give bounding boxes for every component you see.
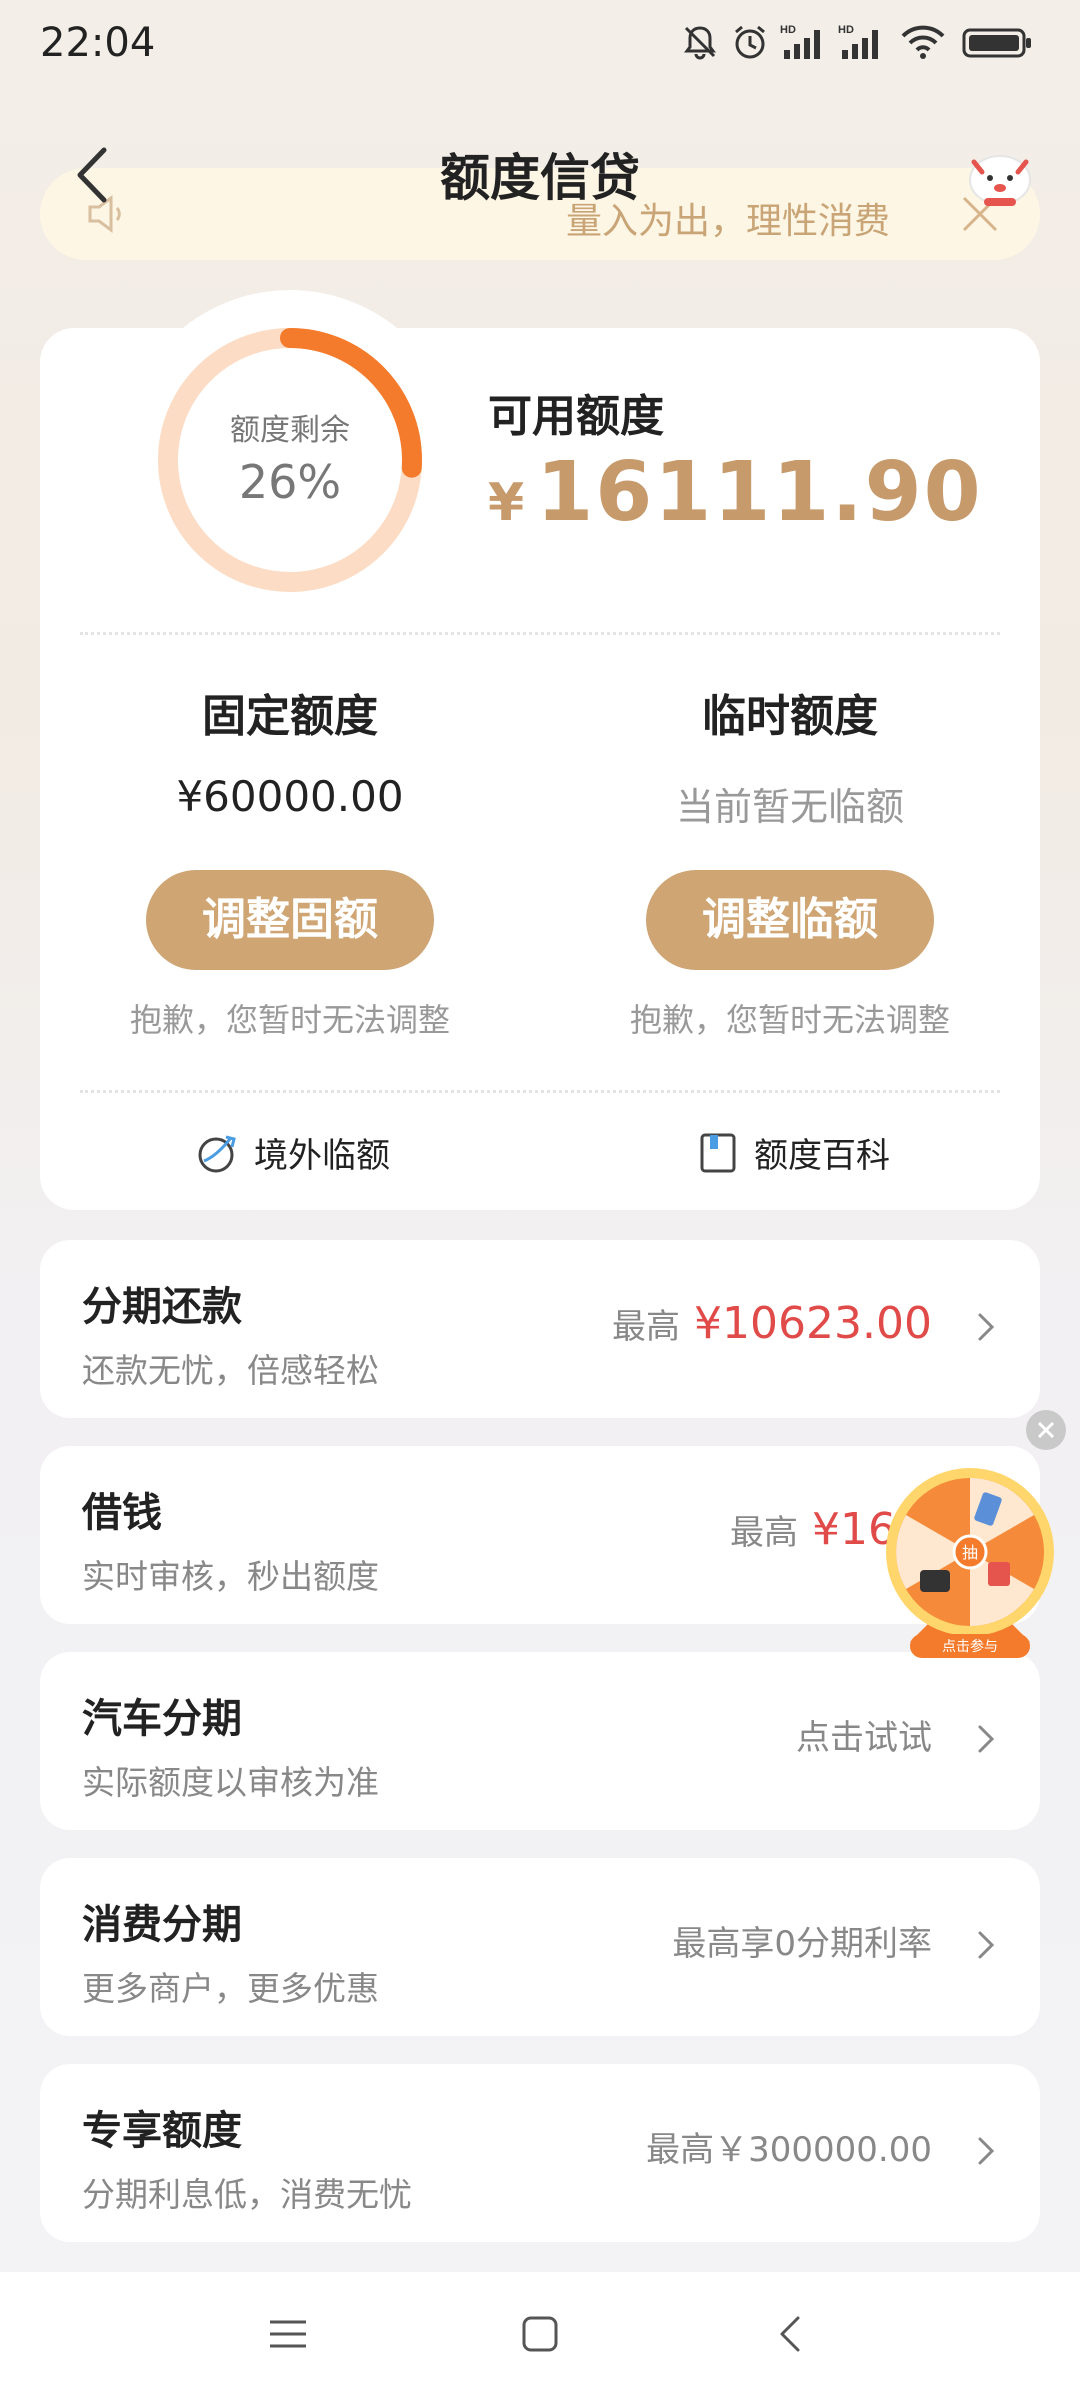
- available-currency: ¥: [488, 473, 527, 533]
- list-item-amount: ¥10623.00: [694, 1298, 932, 1349]
- list-item-subtitle: 实时审核，秒出额度: [82, 1557, 379, 1596]
- wifi-icon: [901, 25, 945, 59]
- signal-hd-icon: HD: [838, 24, 878, 59]
- divider: [80, 632, 1000, 635]
- chevron-right-icon: [978, 1931, 995, 1959]
- list-item-installment-repayment[interactable]: 分期还款 还款无忧，倍感轻松 最高 ¥10623.00: [40, 1240, 1040, 1418]
- temp-credit-value: 当前暂无临额: [675, 785, 904, 829]
- book-icon: [700, 1133, 736, 1172]
- credit-encyclopedia-link[interactable]: 额度百科: [696, 1128, 890, 1177]
- back-icon[interactable]: [770, 2312, 814, 2356]
- chevron-right-icon: [978, 2137, 995, 2165]
- wheel-center-label: 抽: [962, 1543, 978, 1562]
- list-item-consumer-installment[interactable]: 消费分期 更多商户，更多优惠 最高享0分期利率: [40, 1858, 1040, 2036]
- list-item-car-installment[interactable]: 汽车分期 实际额度以审核为准 点击试试: [40, 1652, 1040, 1830]
- status-time: 22:04: [40, 20, 156, 66]
- list-item-subtitle: 实际额度以审核为准: [82, 1763, 379, 1802]
- mascot-icon[interactable]: [960, 140, 1040, 210]
- list-item-right: 最高 ¥10623.00: [612, 1298, 932, 1349]
- available-label: 可用额度: [488, 391, 664, 442]
- adjust-temp-button[interactable]: 调整临额: [646, 870, 934, 970]
- menu-icon[interactable]: [266, 2312, 310, 2356]
- list-item-subtitle: 分期利息低，消费无忧: [82, 2175, 412, 2214]
- temp-credit-title: 临时额度: [702, 691, 878, 742]
- overseas-credit-label: 境外临额: [254, 1136, 390, 1176]
- overseas-credit-link[interactable]: 境外临额: [196, 1128, 390, 1177]
- signal-hd-label: HD: [838, 24, 854, 36]
- adjust-fixed-button[interactable]: 调整固额: [146, 870, 434, 970]
- home-icon[interactable]: [518, 2312, 562, 2356]
- battery-icon: [962, 28, 1031, 58]
- signal-hd-icon: HD: [780, 24, 820, 59]
- divider: [80, 1090, 1000, 1093]
- globe-plane-icon: [198, 1135, 236, 1172]
- lucky-wheel-widget[interactable]: 抽 点击参与: [880, 1462, 1060, 1662]
- list-item-title: 汽车分期: [82, 1696, 242, 1742]
- temp-credit-note: 抱歉，您暂时无法调整: [629, 1001, 950, 1039]
- fixed-credit-value: ¥60000.00: [176, 772, 404, 821]
- list-item-subtitle: 还款无忧，倍感轻松: [82, 1351, 379, 1390]
- list-item-exclusive-credit[interactable]: 专享额度 分期利息低，消费无忧 最高￥300000.00: [40, 2064, 1040, 2242]
- list-item-right: 点击试试: [796, 1710, 932, 1759]
- list-item-prefix: 最高: [612, 1307, 681, 1347]
- list-item-title: 借钱: [82, 1490, 162, 1536]
- list-item-subtitle: 更多商户，更多优惠: [82, 1969, 379, 2008]
- fixed-credit-note: 抱歉，您暂时无法调整: [129, 1001, 450, 1039]
- bell-off-icon: [684, 26, 716, 60]
- bottom-navigation: [0, 2272, 1080, 2400]
- signal-hd-label: HD: [780, 24, 796, 36]
- chevron-right-icon: [978, 1725, 995, 1753]
- close-icon: [1037, 1421, 1055, 1439]
- ring-percent: 26%: [238, 455, 342, 509]
- list-item-title: 消费分期: [82, 1902, 242, 1948]
- page-title: 额度信贷: [440, 149, 640, 207]
- list-item-right-text: 点击试试: [796, 1718, 932, 1758]
- available-amount: ¥16111.90: [488, 445, 983, 540]
- wheel-banner: 点击参与: [942, 1638, 998, 1655]
- list-item-title: 专享额度: [82, 2108, 242, 2154]
- available-value: 16111.90: [536, 445, 983, 540]
- credit-encyclopedia-label: 额度百科: [754, 1136, 890, 1176]
- chevron-right-icon: [978, 1313, 995, 1341]
- list-item-right-text: 最高享0分期利率: [672, 1924, 932, 1964]
- list-item-right: 最高享0分期利率: [672, 1916, 932, 1965]
- ring-label: 额度剩余: [230, 413, 350, 448]
- list-item-title: 分期还款: [82, 1284, 242, 1330]
- wheel-close-button[interactable]: [1026, 1410, 1066, 1450]
- list-item-right: 最高￥300000.00: [646, 2122, 932, 2171]
- list-item-prefix: 最高: [730, 1513, 798, 1553]
- alarm-icon: [735, 25, 765, 59]
- fixed-credit-title: 固定额度: [202, 691, 378, 742]
- list-item-right-text: 最高￥300000.00: [646, 2130, 932, 2170]
